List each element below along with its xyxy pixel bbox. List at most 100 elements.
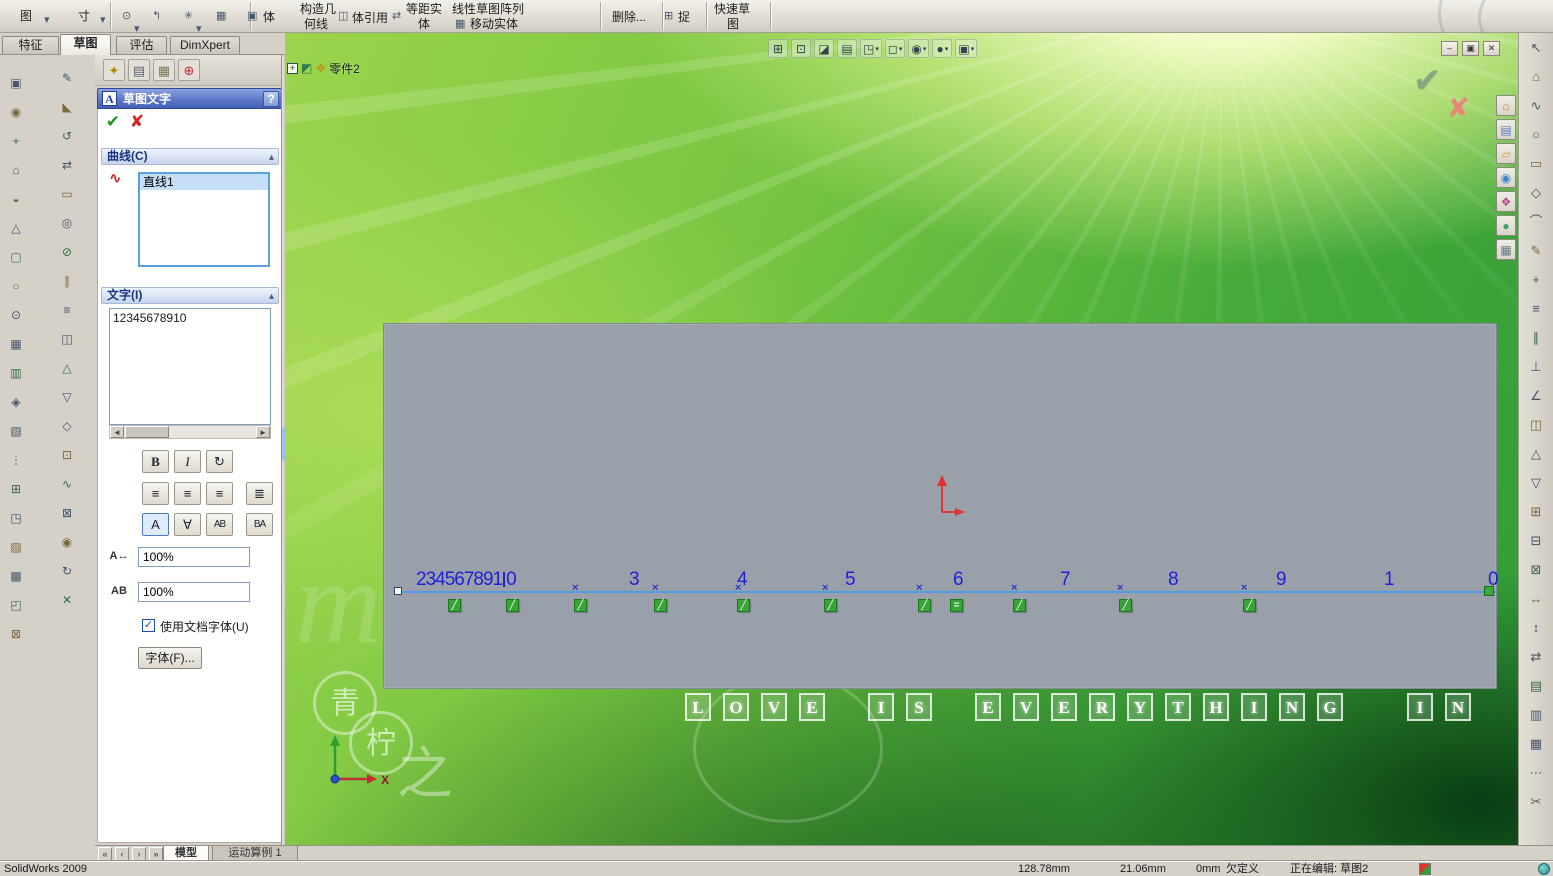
format-button[interactable]: ↻ — [206, 450, 233, 473]
sketch-relation-icon[interactable]: ╱ — [574, 599, 587, 612]
tool-icon[interactable]: ⌂ — [1525, 68, 1547, 85]
sketch-line[interactable] — [398, 591, 1496, 593]
format-button[interactable]: B — [142, 450, 169, 473]
tab-nav-button[interactable]: ‹ — [115, 847, 129, 861]
tool-icon[interactable]: ⊟ — [1525, 532, 1547, 549]
ribbon-button-label[interactable]: 线性草图阵列 — [452, 2, 524, 16]
tool-icon[interactable]: ▨ — [6, 539, 26, 555]
ribbon-button-label[interactable]: 图 — [727, 17, 739, 31]
tool-icon[interactable]: ⊡ — [57, 447, 77, 463]
tool-icon[interactable]: ∥ — [57, 273, 77, 289]
format-button[interactable]: I — [174, 450, 201, 473]
tab-nav-button[interactable]: « — [98, 847, 112, 861]
window-control-button[interactable]: – — [1441, 41, 1458, 56]
manager-tab-icon[interactable]: ✦ — [103, 59, 125, 81]
task-pane-tab-icon[interactable]: ▱ — [1496, 143, 1516, 164]
document-tab[interactable]: 模型 — [163, 846, 209, 861]
tool-icon[interactable]: + — [1525, 271, 1547, 288]
task-pane-tab-icon[interactable]: ◉ — [1496, 167, 1516, 188]
tool-icon[interactable]: ○ — [6, 278, 26, 294]
view-tool-icon[interactable]: ◪ — [814, 39, 834, 58]
sketch-relation-icon[interactable]: ╱ — [737, 599, 750, 612]
tool-icon[interactable]: ↖ — [1525, 39, 1547, 56]
ribbon-tool-icon[interactable]: ▣ — [247, 9, 257, 22]
view-tool-icon[interactable]: ● — [932, 39, 953, 58]
ribbon-button-label[interactable]: 等距实 — [406, 2, 442, 16]
sketch-relation-icon[interactable]: ╱ — [654, 599, 667, 612]
view-tool-icon[interactable]: ⊞ — [768, 39, 788, 58]
tool-icon[interactable]: ▥ — [6, 365, 26, 381]
align-button[interactable]: ≡ — [174, 482, 201, 505]
align-button[interactable]: ≡ — [142, 482, 169, 505]
spacing-input[interactable] — [138, 582, 250, 602]
command-tab[interactable]: DimXpert — [170, 36, 240, 54]
scroll-thumb[interactable] — [125, 426, 169, 438]
tool-icon[interactable]: △ — [57, 360, 77, 376]
ribbon-tool-icon[interactable]: ◫ — [338, 9, 348, 22]
curve-selection-listbox[interactable]: 直线1 — [138, 172, 270, 267]
tool-icon[interactable]: △ — [6, 220, 26, 236]
tool-icon[interactable]: ○ — [1525, 126, 1547, 143]
tool-icon[interactable]: ∥ — [1525, 329, 1547, 346]
ribbon-tool-icon[interactable]: ⇄ — [392, 9, 401, 22]
orientation-button[interactable]: A — [142, 513, 169, 536]
sketch-plane[interactable]: 234567891 0 345678910 × × × × × × × × ╱ ╱ ╱ ╱ ╱ ╱ ╱ = ╱ ╱… — [383, 323, 1499, 689]
tool-icon[interactable]: ▦ — [6, 336, 26, 352]
command-tab[interactable]: 特征 — [2, 36, 59, 54]
part-name[interactable]: 零件2 — [329, 60, 360, 77]
tool-icon[interactable]: ⇄ — [1525, 648, 1547, 665]
tool-icon[interactable]: ∠ — [1525, 387, 1547, 404]
document-tab[interactable]: 运动算例 1 — [212, 846, 298, 861]
tool-icon[interactable]: ⊠ — [6, 626, 26, 642]
tab-nav-button[interactable]: » — [149, 847, 163, 861]
tool-icon[interactable]: ⊠ — [57, 505, 77, 521]
tool-icon[interactable]: ✎ — [57, 70, 77, 86]
tool-icon[interactable]: ◫ — [1525, 416, 1547, 433]
ribbon-button-label[interactable]: 体引用 — [352, 11, 388, 25]
tool-icon[interactable]: ∿ — [57, 476, 77, 492]
ribbon-button-label[interactable]: 何线 — [304, 17, 328, 31]
align-button[interactable]: ≡ — [206, 482, 233, 505]
ribbon-button-label[interactable]: 快速草 — [714, 2, 750, 16]
view-tool-icon[interactable]: ▤ — [837, 39, 857, 58]
status-globe-icon[interactable] — [1538, 863, 1550, 875]
tool-icon[interactable]: ▤ — [1525, 677, 1547, 694]
tool-icon[interactable]: ◎ — [57, 215, 77, 231]
ribbon-tool-icon[interactable]: ⊞ — [664, 9, 673, 22]
confirm-sketch-icon[interactable]: ✔ — [1413, 61, 1442, 101]
tool-icon[interactable]: ↻ — [57, 563, 77, 579]
tool-icon[interactable]: ↺ — [57, 128, 77, 144]
tool-icon[interactable]: ▩ — [6, 568, 26, 584]
ribbon-button-label[interactable]: 构造几 — [300, 2, 336, 16]
tree-expand-icon[interactable]: + — [287, 62, 298, 74]
ribbon-tool-icon[interactable]: ⊙ — [122, 9, 131, 22]
tool-icon[interactable]: ▣ — [6, 75, 26, 91]
width-factor-input[interactable] — [138, 547, 250, 567]
view-tool-icon[interactable]: ◻ — [884, 39, 906, 58]
font-button[interactable]: 字体(F)... — [138, 647, 202, 669]
feature-tree-root[interactable]: + ◩ ❖ 零件2 — [287, 59, 360, 77]
orientation-button[interactable]: ∀ — [174, 513, 201, 536]
cancel-sketch-icon[interactable]: ✘ — [1447, 93, 1470, 124]
manager-tab-icon[interactable]: ▤ — [128, 59, 150, 81]
origin-marker[interactable] — [924, 472, 968, 516]
tool-icon[interactable]: ◫ — [57, 331, 77, 347]
tool-icon[interactable]: ◒ — [6, 191, 26, 207]
help-button[interactable]: ? — [263, 91, 279, 107]
sketch-relation-icon[interactable]: ╱ — [1119, 599, 1132, 612]
window-control-button[interactable]: ✕ — [1483, 41, 1500, 56]
tab-nav-button[interactable]: › — [132, 847, 146, 861]
task-pane-tab-icon[interactable]: ⌂ — [1496, 95, 1516, 116]
sketch-relation-icon[interactable]: ╱ — [1243, 599, 1256, 612]
tool-icon[interactable]: ◇ — [57, 418, 77, 434]
ribbon-tool-icon[interactable]: ▦ — [216, 9, 226, 22]
view-tool-icon[interactable]: ⊡ — [791, 39, 811, 58]
ribbon-tool-icon[interactable]: ↰ — [152, 9, 161, 22]
orientation-button[interactable]: BA — [246, 513, 273, 536]
ribbon-tool-icon[interactable]: ▾ — [44, 13, 50, 26]
tool-icon[interactable]: ◇ — [1525, 184, 1547, 201]
tool-icon[interactable]: ✎ — [1525, 242, 1547, 259]
tool-icon[interactable]: ▦ — [1525, 735, 1547, 752]
tool-icon[interactable]: ◳ — [6, 510, 26, 526]
tool-icon[interactable]: ◣ — [57, 99, 77, 115]
